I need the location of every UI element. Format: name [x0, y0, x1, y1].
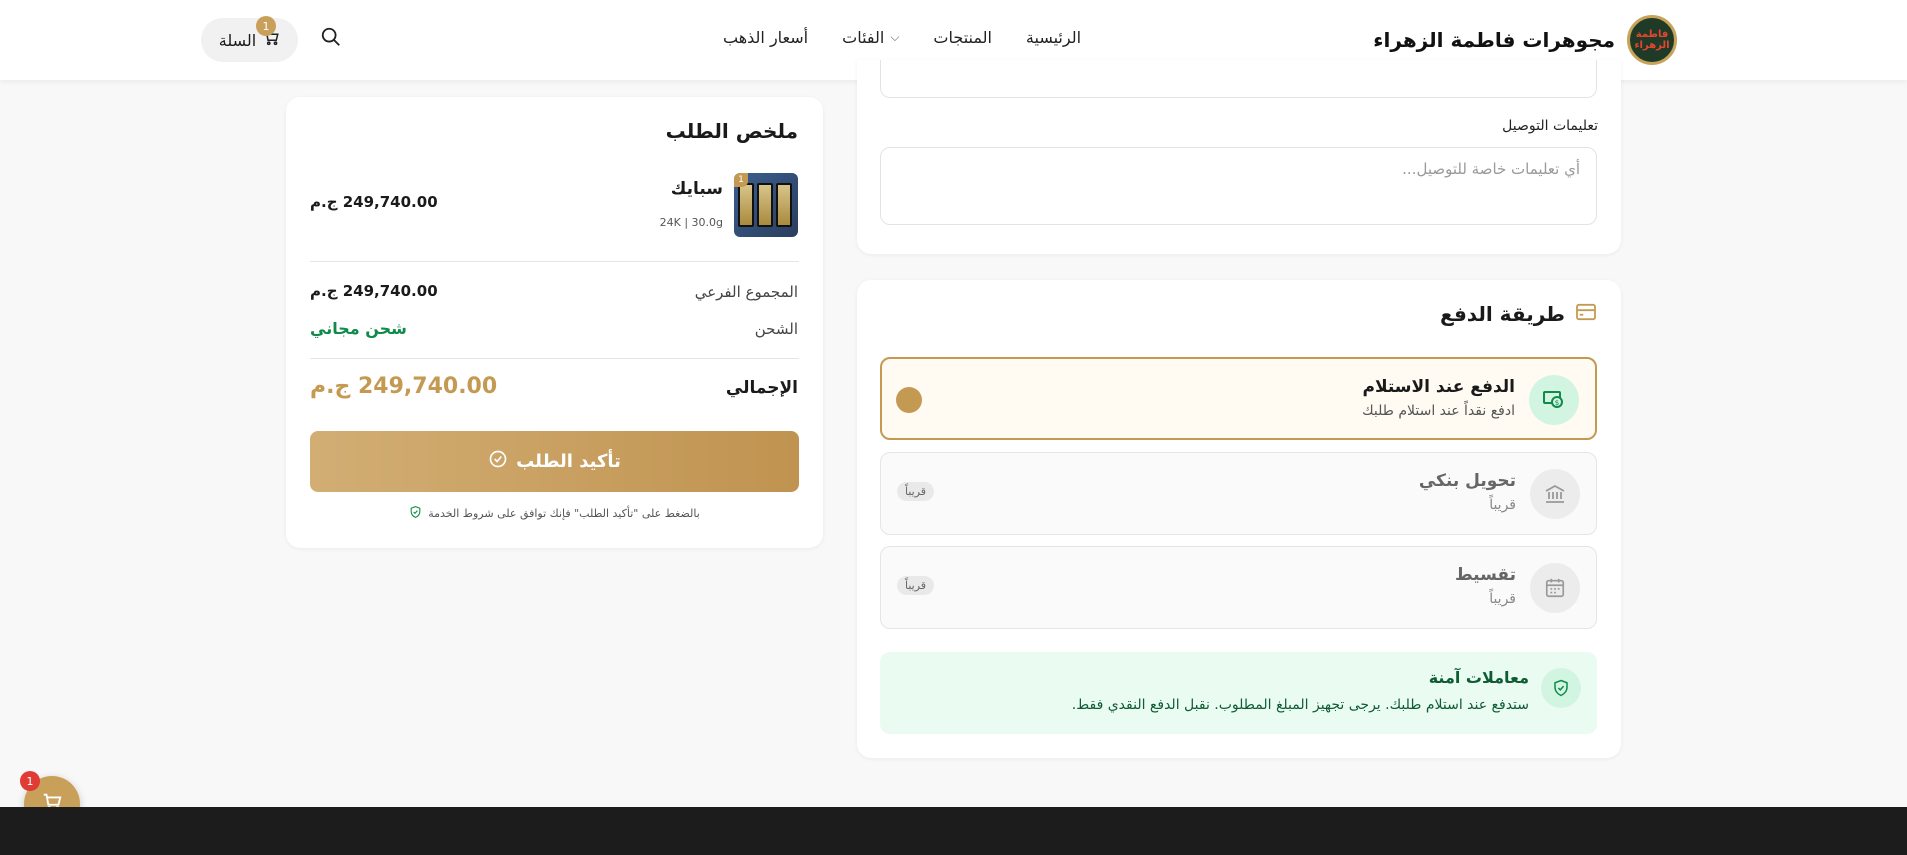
order-summary-card: ملخص الطلب 1 سبايك 24K | 30.0g 249,740.0… — [286, 97, 823, 548]
payment-method-card: طريقة الدفع $ الدفع عند الاستلام ادفع نق… — [857, 280, 1621, 758]
divider — [310, 358, 799, 359]
cart-label: السلة — [218, 30, 257, 50]
nav-categories[interactable]: الفئات ⌵ — [842, 28, 899, 47]
product-thumbnail: 1 — [734, 173, 798, 237]
item-quantity-badge: 1 — [734, 173, 748, 187]
nav-home[interactable]: الرئيسية — [1026, 28, 1081, 47]
delivery-instructions-input[interactable]: أي تعليمات خاصة للتوصيل... — [880, 147, 1597, 225]
payment-option-cod[interactable]: $ الدفع عند الاستلام ادفع نقداً عند استل… — [880, 357, 1597, 440]
svg-text:$: $ — [1555, 399, 1559, 407]
payment-option-title: تقسيط — [1454, 565, 1516, 585]
secure-title: معاملات آمنة — [1428, 668, 1529, 687]
confirm-order-button[interactable]: تأكيد الطلب — [310, 431, 799, 492]
total-label: الإجمالي — [725, 378, 798, 398]
credit-card-icon — [1575, 302, 1597, 326]
item-name: سبايك — [670, 179, 723, 199]
logo-text: فاطمة الزهراء — [1634, 29, 1670, 51]
brand-name: مجوهرات فاطمة الزهراء — [1373, 28, 1615, 52]
payment-option-subtitle: قريباً — [1489, 591, 1516, 607]
footer — [0, 807, 1907, 855]
subtotal-value: 249,740.00 ج.م — [310, 282, 438, 300]
chevron-down-icon: ⌵ — [890, 30, 900, 44]
nav-gold-prices[interactable]: أسعار الذهب — [723, 28, 808, 47]
payment-option-installments[interactable]: تقسيط قريباً قريباً — [880, 546, 1597, 629]
secure-text: ستدفع عند استلام طلبك. يرجى تجهيز المبلغ… — [1071, 697, 1529, 713]
total-value: 249,740.00 ج.م — [310, 374, 498, 399]
item-meta: 24K | 30.0g — [659, 216, 723, 229]
nav-categories-label: الفئات — [842, 28, 885, 47]
payment-option-bank-transfer[interactable]: تحويل بنكي قريباً قريباً — [880, 452, 1597, 535]
cart-count-badge: 1 — [256, 16, 276, 36]
subtotal-label: المجموع الفرعي — [694, 283, 798, 301]
confirm-order-label: تأكيد الطلب — [516, 451, 621, 472]
shield-icon — [409, 505, 422, 522]
item-price: 249,740.00 ج.م — [310, 193, 438, 211]
bank-icon — [1530, 469, 1580, 519]
shield-check-icon — [1541, 668, 1581, 708]
payment-title: طريقة الدفع — [1440, 302, 1597, 326]
brand-logo: فاطمة الزهراء — [1627, 15, 1677, 65]
cart-button[interactable]: السلة 1 — [201, 16, 298, 62]
nav-products[interactable]: المنتجات — [933, 28, 992, 47]
terms-text: بالضغط على "تأكيد الطلب" فإنك توافق على … — [428, 507, 700, 520]
secure-transactions-notice: معاملات آمنة ستدفع عند استلام طلبك. يرجى… — [880, 652, 1597, 734]
cash-icon: $ — [1529, 375, 1579, 425]
check-circle-icon — [488, 449, 508, 474]
terms-notice: بالضغط على "تأكيد الطلب" فإنك توافق على … — [286, 505, 823, 522]
payment-option-subtitle: قريباً — [1489, 497, 1516, 513]
calendar-icon — [1530, 563, 1580, 613]
delivery-instructions-label: تعليمات التوصيل — [1502, 118, 1598, 134]
shipping-value: شحن مجاني — [310, 319, 407, 338]
search-icon[interactable] — [320, 26, 342, 48]
brand[interactable]: مجوهرات فاطمة الزهراء فاطمة الزهراء — [1373, 15, 1677, 65]
payment-option-title: الدفع عند الاستلام — [1362, 377, 1516, 397]
shipping-label: الشحن — [754, 320, 798, 338]
main-nav: الرئيسية المنتجات الفئات ⌵ أسعار الذهب — [723, 28, 1081, 47]
payment-title-text: طريقة الدفع — [1440, 302, 1565, 326]
address-input[interactable] — [880, 60, 1597, 98]
floating-cart-count-badge: 1 — [20, 771, 40, 791]
delivery-card: تعليمات التوصيل أي تعليمات خاصة للتوصيل.… — [857, 60, 1621, 254]
divider — [310, 261, 799, 262]
payment-option-title: تحويل بنكي — [1418, 471, 1516, 491]
payment-option-subtitle: ادفع نقداً عند استلام طلبك — [1362, 403, 1515, 419]
radio-selected[interactable] — [896, 387, 922, 413]
coming-soon-badge: قريباً — [897, 482, 935, 501]
coming-soon-badge: قريباً — [897, 576, 935, 595]
summary-title: ملخص الطلب — [665, 119, 798, 143]
